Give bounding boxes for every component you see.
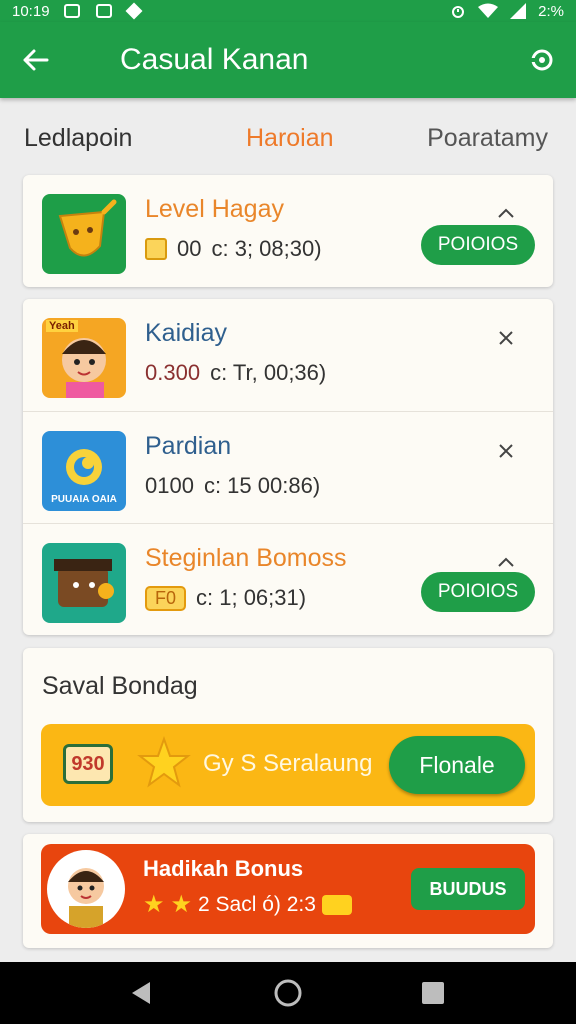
- ticket-icon: F0: [145, 585, 187, 611]
- bonus-text: 2 Sacl ó) 2:3: [198, 892, 316, 916]
- collapse-button[interactable]: [495, 203, 517, 225]
- collapse-button[interactable]: [495, 552, 517, 574]
- star-icon: ★: [170, 891, 193, 918]
- tab-ledlapoin[interactable]: Ledlapoin: [24, 124, 132, 153]
- chevron-up-icon: [498, 557, 514, 567]
- star-icon: [137, 736, 191, 788]
- app-bar: Casual Kanan: [0, 22, 576, 98]
- nav-back-button[interactable]: [126, 978, 156, 1008]
- dismiss-button[interactable]: [495, 440, 517, 462]
- row-meta-text: c: 3; 08;30): [211, 236, 322, 261]
- pardian-app-icon: PUUAIA OAIA: [42, 431, 126, 511]
- daily-banner[interactable]: 930 Gy S Seralaung Flonale: [41, 724, 535, 806]
- star-icon: ★: [143, 891, 165, 918]
- row-meta-text: c: Tr, 00;36): [210, 360, 327, 385]
- page-title: Casual Kanan: [120, 43, 309, 76]
- kaidiay-app-icon: Yeah: [42, 318, 126, 398]
- list-item[interactable]: PUUAIA OAIA Pardian 0100 c: 15 00:86): [23, 411, 553, 523]
- notification-diamond-icon: [125, 2, 143, 20]
- row-value: 0100: [145, 473, 194, 498]
- row-meta-text: c: 15 00:86): [203, 473, 321, 498]
- row-meta: F0 c: 1; 06;31): [145, 585, 306, 611]
- circle-home-icon: [274, 979, 302, 1007]
- reward-card-list: Yeah Kaidiay 0.300 c: Tr, 00;36) PUUAIA …: [23, 299, 553, 635]
- wifi-icon: [478, 3, 499, 18]
- nav-home-button[interactable]: [273, 978, 303, 1008]
- close-icon: [499, 331, 513, 345]
- battery-level: 2:%: [538, 2, 564, 20]
- list-item[interactable]: Yeah Kaidiay 0.300 c: Tr, 00;36): [23, 299, 553, 411]
- sync-button[interactable]: [528, 46, 556, 74]
- row-meta-text: c: 1; 06;31): [196, 585, 307, 610]
- steginlan-app-icon: [42, 543, 126, 623]
- tab-poaratamy[interactable]: Poaratamy: [427, 124, 548, 153]
- section-title: Saval Bondag: [42, 672, 198, 700]
- ticket-icon: 930: [63, 744, 113, 784]
- row-meta: 0.300 c: Tr, 00;36): [145, 360, 326, 386]
- row-title: Pardian: [145, 432, 232, 460]
- back-button[interactable]: [20, 45, 50, 75]
- dismiss-button[interactable]: [495, 327, 517, 349]
- bonus-button[interactable]: BUUDUS: [411, 868, 525, 910]
- daily-bonus-card: Saval Bondag 930 Gy S Seralaung Flonale: [23, 648, 553, 822]
- bonus-card: Hadikah Bonus ★ ★ 2 Sacl ó) 2:3 BUUDUS: [23, 834, 553, 948]
- sync-icon: [530, 49, 553, 71]
- gallery-notification-icon: [63, 4, 80, 18]
- chevron-up-icon: [498, 208, 514, 218]
- close-icon: [499, 444, 513, 458]
- claim-button[interactable]: POIOIOS: [421, 225, 535, 265]
- tab-haroian[interactable]: Haroian: [246, 124, 334, 153]
- row-meta: 0100 c: 15 00:86): [145, 473, 320, 499]
- row-meta: 00 c: 3; 08;30): [145, 236, 322, 262]
- bonus-title: Hadikah Bonus: [143, 856, 304, 881]
- bonus-subtitle: ★ ★ 2 Sacl ó) 2:3: [143, 890, 352, 919]
- app-notification-icon: [95, 4, 112, 18]
- icon-label: PUUAIA OAIA: [51, 494, 117, 505]
- level-app-icon: [42, 194, 126, 274]
- arrow-left-icon: [23, 49, 49, 71]
- triangle-back-icon: [132, 982, 150, 1004]
- row-title: Kaidiay: [145, 319, 227, 347]
- bonus-banner[interactable]: Hadikah Bonus ★ ★ 2 Sacl ó) 2:3 BUUDUS: [41, 844, 535, 934]
- icon-label: Yeah: [46, 320, 78, 332]
- list-item[interactable]: Steginlan Bomoss F0 c: 1; 06;31) POIOIOS: [23, 523, 553, 635]
- row-value: 0.300: [145, 360, 201, 385]
- signal-icon: [510, 3, 527, 19]
- reward-card-level: Level Hagay 00 c: 3; 08;30) POIOIOS: [23, 175, 553, 287]
- claim-button[interactable]: POIOIOS: [421, 572, 535, 612]
- row-title: Level Hagay: [145, 195, 284, 223]
- alarm-icon: [452, 6, 465, 18]
- coin-icon: [145, 238, 167, 260]
- collect-button[interactable]: Flonale: [389, 736, 525, 794]
- coin-chip-icon: [321, 894, 352, 915]
- tab-bar: Ledlapoin Haroian Poaratamy: [0, 118, 576, 162]
- banner-text: Gy S Seralaung: [203, 750, 373, 777]
- status-bar: 10:19 2:%: [0, 0, 576, 22]
- avatar: [47, 850, 125, 928]
- list-item[interactable]: Level Hagay 00 c: 3; 08;30) POIOIOS: [23, 175, 553, 287]
- row-title: Steginlan Bomoss: [145, 544, 347, 572]
- row-value: 00: [177, 236, 202, 261]
- system-nav-bar: [0, 962, 576, 1024]
- status-time: 10:19: [12, 2, 50, 20]
- square-recents-icon: [422, 982, 444, 1004]
- nav-recents-button[interactable]: [418, 978, 448, 1008]
